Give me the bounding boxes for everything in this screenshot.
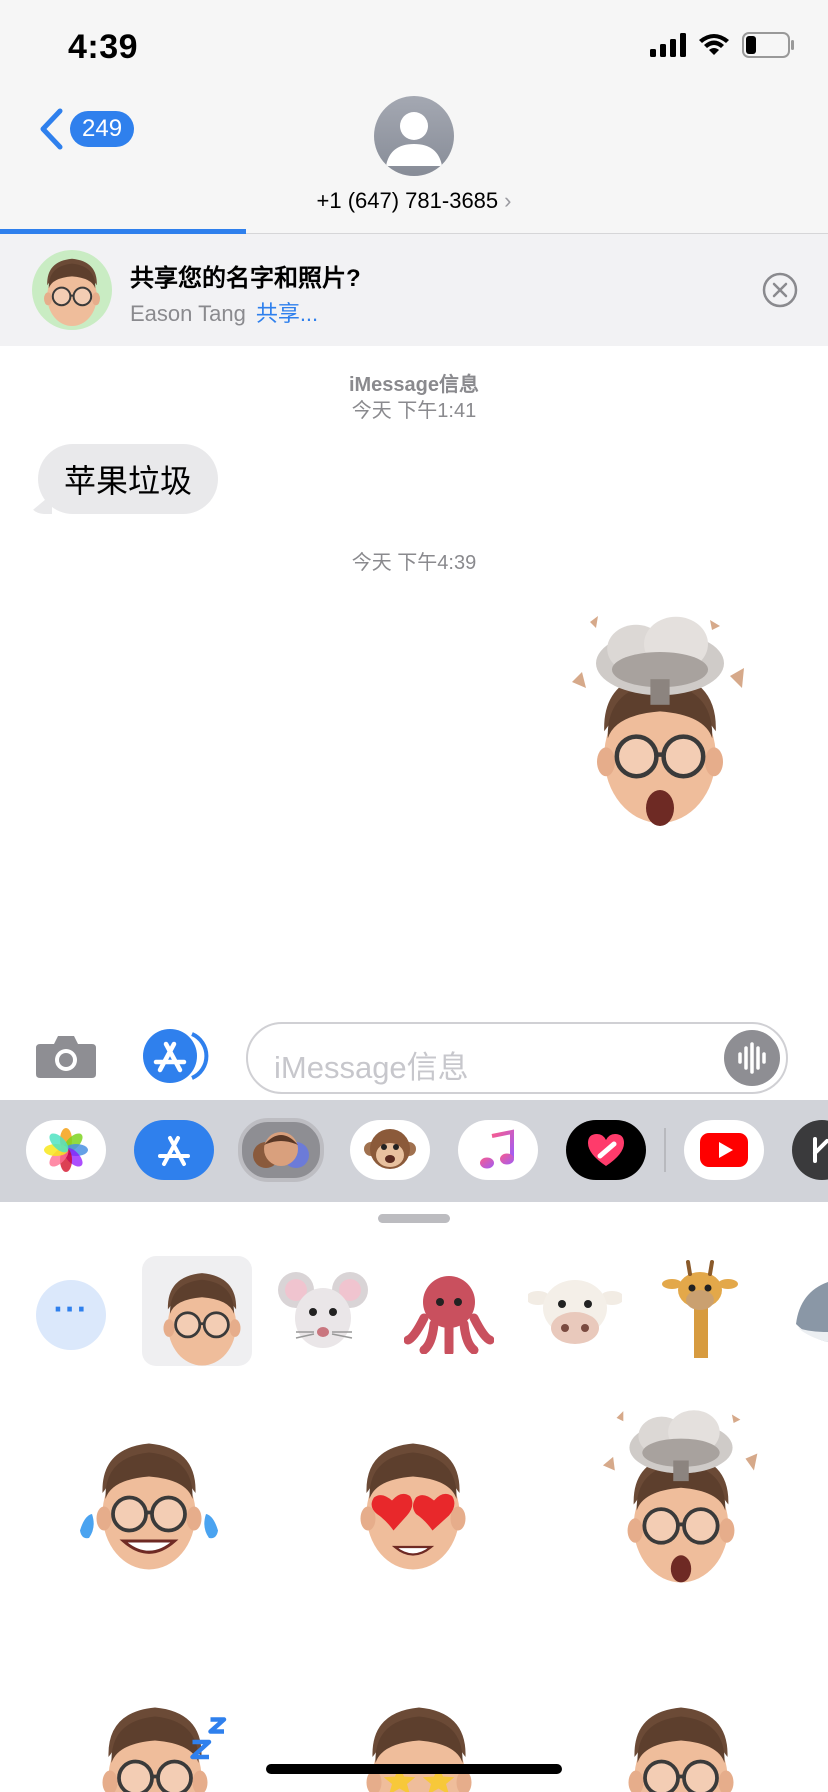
contact-avatar[interactable]	[374, 96, 454, 176]
app-strip-divider	[664, 1128, 666, 1172]
message-composer: iMessage信息	[0, 1006, 828, 1100]
worried-memoji-sticker[interactable]	[606, 1682, 756, 1792]
app-store[interactable]	[134, 1120, 214, 1180]
photos-icon	[44, 1128, 88, 1172]
app-photos[interactable]	[26, 1120, 106, 1180]
message-input-placeholder: iMessage信息	[274, 1050, 469, 1085]
conversation-header: 249 +1 (647) 781-3685 ›	[0, 88, 828, 234]
camera-icon[interactable]	[34, 1032, 98, 1080]
home-indicator[interactable]	[266, 1764, 562, 1774]
memoji-stickers-icon	[253, 1132, 309, 1168]
status-icons	[650, 32, 796, 58]
drawer-grabber[interactable]	[378, 1214, 450, 1223]
giraffe-character-icon[interactable]	[658, 1258, 742, 1358]
cow-character-icon[interactable]	[528, 1272, 622, 1352]
unread-badge: 249	[70, 111, 135, 147]
message-input[interactable]: iMessage信息	[246, 1022, 788, 1094]
character-memoji-selected[interactable]	[142, 1256, 252, 1366]
app-music[interactable]	[458, 1120, 538, 1180]
share-subtitle: Eason Tang 共享...	[130, 296, 318, 328]
wifi-icon	[699, 34, 729, 55]
chevron-right-icon: ›	[504, 188, 512, 213]
music-note-icon	[480, 1129, 514, 1169]
share-name-photo-banner: 共享您的名字和照片? Eason Tang 共享...	[0, 234, 828, 346]
bubble-tail	[28, 494, 52, 514]
waveform-icon	[738, 1042, 766, 1074]
octopus-character-icon[interactable]	[404, 1268, 494, 1354]
app-more[interactable]	[792, 1120, 828, 1180]
app-youtube[interactable]	[684, 1120, 764, 1180]
heart-icon	[588, 1134, 624, 1166]
cellular-signal-icon	[650, 33, 686, 57]
more-options-button[interactable]: ···	[36, 1280, 106, 1350]
my-memoji-avatar	[32, 250, 112, 330]
app-animoji[interactable]	[350, 1120, 430, 1180]
monkey-icon	[364, 1129, 416, 1169]
battery-icon	[742, 32, 794, 58]
back-button[interactable]: 249	[38, 108, 135, 150]
app-memoji-stickers[interactable]	[238, 1118, 324, 1182]
crying-laughing-memoji-sticker[interactable]	[74, 1418, 224, 1586]
service-label: iMessage信息	[348, 374, 480, 396]
chevron-left-icon	[40, 108, 63, 150]
message-timestamp: 今天 下午1:41	[351, 400, 477, 422]
app-icon	[813, 1137, 828, 1163]
person-icon	[386, 112, 442, 166]
contact-title[interactable]: +1 (647) 781-3685 ›	[0, 188, 828, 214]
share-title: 共享您的名字和照片?	[130, 265, 361, 292]
status-time: 4:39	[68, 28, 139, 66]
imessage-app-strip	[0, 1100, 828, 1202]
app-digital-touch[interactable]	[566, 1120, 646, 1180]
close-circle-icon[interactable]	[762, 272, 798, 308]
youtube-icon	[700, 1133, 748, 1167]
heart-eyes-memoji-sticker[interactable]	[338, 1418, 488, 1586]
incoming-message-bubble[interactable]: 苹果垃圾	[38, 444, 219, 514]
memoji-character-icon	[142, 1256, 252, 1366]
status-bar: 4:39	[0, 0, 828, 88]
mouse-character-icon[interactable]	[276, 1266, 370, 1356]
message-timestamp: 今天 下午4:39	[351, 552, 477, 574]
mind-blown-memoji-sticker[interactable]	[596, 1406, 766, 1596]
app-store-icon[interactable]	[140, 1028, 212, 1084]
shark-character-icon[interactable]	[790, 1272, 828, 1352]
mind-blown-memoji-sticker[interactable]	[560, 612, 760, 842]
share-link[interactable]: 共享...	[256, 301, 318, 326]
memoji-sticker-drawer: ···	[0, 1202, 828, 1792]
share-user-name: Eason Tang	[130, 301, 246, 326]
audio-message-button[interactable]	[724, 1030, 780, 1086]
star-struck-memoji-sticker[interactable]	[344, 1682, 494, 1792]
sleeping-memoji-sticker[interactable]	[80, 1682, 230, 1792]
contact-number: +1 (647) 781-3685	[316, 188, 499, 213]
app-store-icon	[158, 1136, 190, 1166]
